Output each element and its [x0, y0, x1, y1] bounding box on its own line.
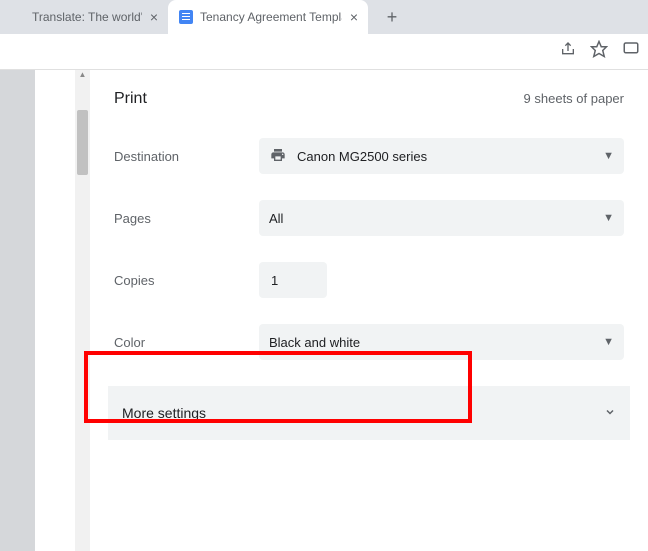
- browser-tabs: Translate: The world's mo × Tenancy Agre…: [0, 0, 648, 34]
- tab-translate[interactable]: Translate: The world's mo ×: [0, 0, 168, 34]
- printer-icon: [269, 147, 287, 166]
- scroll-thumb[interactable]: [77, 110, 88, 175]
- print-dialog: Print 9 sheets of paper Destination Cano…: [90, 70, 648, 551]
- share-icon[interactable]: [560, 41, 576, 62]
- chevron-down-icon: ▼: [603, 212, 614, 224]
- pages-dropdown[interactable]: All ▼: [259, 200, 624, 236]
- copies-label: Copies: [114, 273, 259, 288]
- chevron-down-icon: [604, 405, 616, 421]
- new-tab-button[interactable]: +: [378, 3, 406, 31]
- star-icon[interactable]: [590, 40, 608, 63]
- copies-input[interactable]: [259, 262, 327, 298]
- pages-value: All: [269, 211, 283, 226]
- color-dropdown[interactable]: Black and white ▼: [259, 324, 624, 360]
- globe-icon: [10, 9, 26, 25]
- scroll-up-icon[interactable]: ▲: [75, 70, 90, 79]
- print-title: Print: [114, 90, 147, 108]
- more-settings-label: More settings: [122, 405, 206, 421]
- destination-dropdown[interactable]: Canon MG2500 series ▼: [259, 138, 624, 174]
- tab-document[interactable]: Tenancy Agreement Template.do ×: [168, 0, 368, 34]
- pages-label: Pages: [114, 211, 259, 226]
- destination-label: Destination: [114, 149, 259, 164]
- google-docs-icon: [178, 9, 194, 25]
- close-icon[interactable]: ×: [348, 7, 360, 27]
- color-value: Black and white: [269, 335, 360, 350]
- tab-title: Translate: The world's mo: [32, 10, 142, 24]
- page-preview: [35, 70, 75, 551]
- chevron-down-icon: ▼: [603, 150, 614, 162]
- color-label: Color: [114, 335, 259, 350]
- more-settings-toggle[interactable]: More settings: [108, 386, 630, 440]
- close-icon[interactable]: ×: [148, 7, 160, 27]
- comment-icon[interactable]: [622, 40, 640, 63]
- sheets-count: 9 sheets of paper: [524, 91, 624, 106]
- browser-toolbar: [0, 34, 648, 70]
- scrollbar[interactable]: ▲: [75, 70, 90, 551]
- chevron-down-icon: ▼: [603, 336, 614, 348]
- destination-value: Canon MG2500 series: [297, 149, 427, 164]
- tab-title: Tenancy Agreement Template.do: [200, 10, 342, 24]
- document-preview: [0, 70, 75, 551]
